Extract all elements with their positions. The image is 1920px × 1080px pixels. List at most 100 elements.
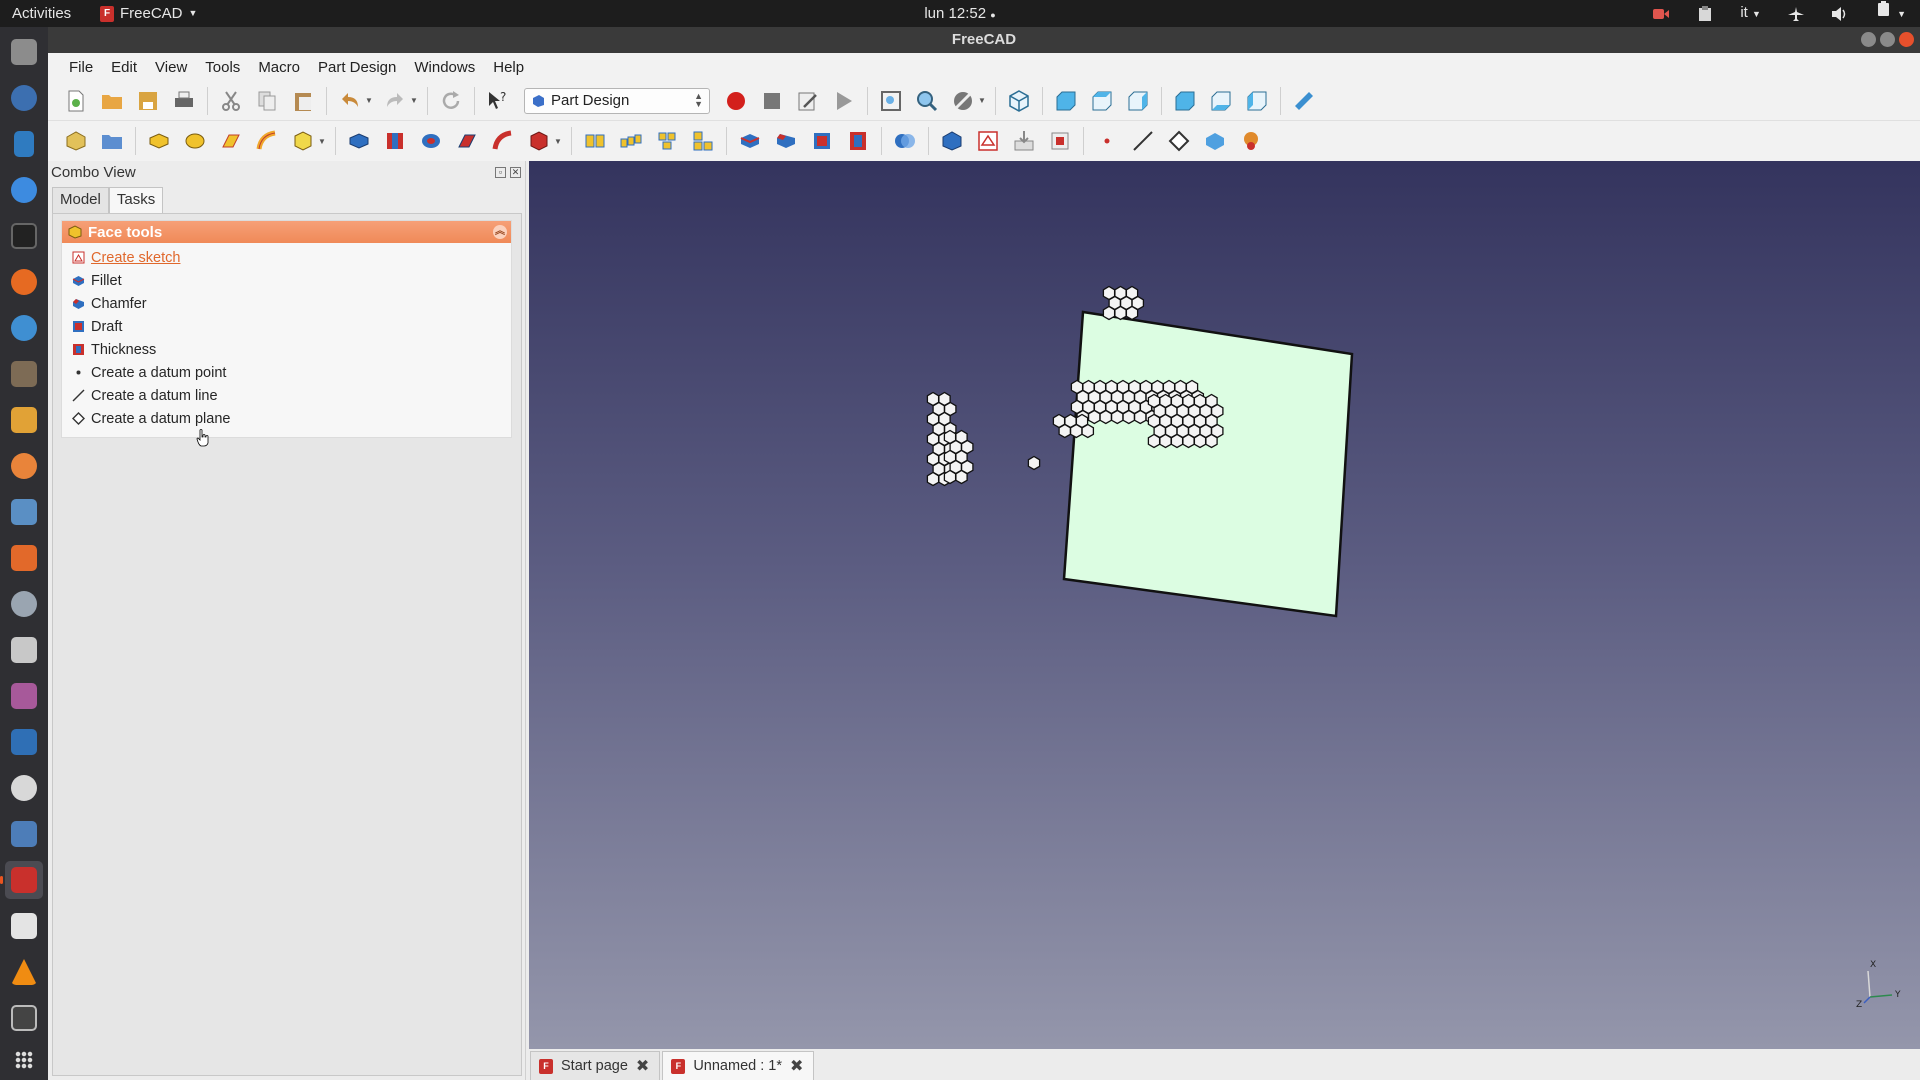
show-applications[interactable] (5, 1045, 43, 1075)
activities-button[interactable]: Activities (12, 0, 71, 27)
whats-this-button[interactable]: ? (483, 86, 513, 116)
menu-edit[interactable]: Edit (102, 59, 146, 76)
revolution-button[interactable] (180, 126, 210, 156)
macro-edit-button[interactable] (793, 86, 823, 116)
hole-button[interactable] (380, 126, 410, 156)
float-panel-button[interactable]: ▫ (495, 167, 506, 178)
3d-viewport[interactable]: X Y Z (529, 161, 1920, 1049)
collapse-panel-button[interactable]: ︽ (493, 225, 507, 239)
volume-icon[interactable] (1831, 6, 1849, 22)
save-button[interactable] (133, 86, 163, 116)
plate-face[interactable] (1062, 310, 1354, 618)
mirrored-button[interactable] (580, 126, 610, 156)
create-part-button[interactable] (97, 126, 127, 156)
window-titlebar[interactable]: FreeCAD (48, 27, 1920, 53)
dock-video-editor[interactable] (5, 999, 43, 1037)
minimize-button[interactable] (1861, 32, 1876, 47)
view-rear-button[interactable] (1170, 86, 1200, 116)
polar-pattern-button[interactable] (652, 126, 682, 156)
dock-inkscape-like[interactable] (5, 309, 43, 347)
dock-editor[interactable] (5, 907, 43, 945)
groove-button[interactable] (416, 126, 446, 156)
paste-button[interactable] (288, 86, 318, 116)
macro-record-button[interactable] (721, 86, 751, 116)
create-sketch-link[interactable]: Create sketch (62, 246, 511, 269)
print-button[interactable] (169, 86, 199, 116)
primitive-dropdown-arrow[interactable]: ▼ (318, 137, 326, 146)
open-button[interactable] (97, 86, 127, 116)
screen-recorder-icon[interactable] (1652, 6, 1670, 22)
measure-distance-button[interactable] (1289, 86, 1319, 116)
undo-dropdown-arrow[interactable]: ▼ (365, 96, 373, 105)
dock-terminal[interactable] (5, 217, 43, 255)
view-bottom-button[interactable] (1206, 86, 1236, 116)
close-tab-icon[interactable]: ✖ (790, 1056, 803, 1076)
close-tab-icon[interactable]: ✖ (636, 1056, 649, 1076)
dock-firefox[interactable] (5, 263, 43, 301)
datum-line-link[interactable]: Create a datum line (62, 384, 511, 407)
clone-button[interactable] (1236, 126, 1266, 156)
dock-thunderbird[interactable] (5, 79, 43, 117)
copy-button[interactable] (252, 86, 282, 116)
draft-toolbar-button[interactable] (807, 126, 837, 156)
subtractive-loft-button[interactable] (452, 126, 482, 156)
dock-camera[interactable] (5, 631, 43, 669)
sub-shape-binder-button[interactable] (1045, 126, 1075, 156)
multi-transform-button[interactable] (688, 126, 718, 156)
menu-view[interactable]: View (146, 59, 196, 76)
pad-button[interactable] (144, 126, 174, 156)
boolean-button[interactable] (890, 126, 920, 156)
dock-software[interactable] (5, 539, 43, 577)
tab-unnamed[interactable]: F Unnamed : 1* ✖ (662, 1051, 815, 1080)
fit-all-button[interactable] (876, 86, 906, 116)
refresh-button[interactable] (436, 86, 466, 116)
tab-model[interactable]: Model (52, 187, 109, 213)
view-top-button[interactable] (1087, 86, 1117, 116)
local-coordinate-system-button[interactable] (1200, 126, 1230, 156)
new-document-button[interactable] (61, 86, 91, 116)
workbench-selector[interactable]: Part Design ▲ ▼ (524, 87, 710, 114)
draw-style-button[interactable] (948, 86, 978, 116)
thickness-link[interactable]: Thickness (62, 338, 511, 361)
dock-blender[interactable] (5, 447, 43, 485)
close-button[interactable] (1899, 32, 1914, 47)
draft-link[interactable]: Draft (62, 315, 511, 338)
datum-point-link[interactable]: Create a datum point (62, 361, 511, 384)
dock-media[interactable] (5, 677, 43, 715)
dock-freecad[interactable] (0, 861, 43, 899)
datum-point-button[interactable] (1092, 126, 1122, 156)
clipboard-icon[interactable] (1696, 5, 1714, 22)
close-panel-button[interactable]: ✕ (510, 167, 521, 178)
menu-help[interactable]: Help (484, 59, 533, 76)
airplane-mode-icon[interactable] (1787, 6, 1805, 22)
additive-primitive-button[interactable] (288, 126, 318, 156)
dock-gimp[interactable] (5, 355, 43, 393)
redo-button[interactable] (380, 86, 410, 116)
dock-chromium[interactable] (5, 171, 43, 209)
shape-binder-button[interactable] (937, 126, 967, 156)
subtractive-pipe-button[interactable] (488, 126, 518, 156)
view-front-button[interactable] (1051, 86, 1081, 116)
power-menu[interactable]: ▼ (1875, 0, 1906, 28)
datum-plane-button[interactable] (1164, 126, 1194, 156)
pocket-button[interactable] (344, 126, 374, 156)
menu-macro[interactable]: Macro (249, 59, 309, 76)
menu-file[interactable]: File (60, 59, 102, 76)
additive-pipe-button[interactable] (252, 126, 282, 156)
dock-writer[interactable] (5, 125, 43, 163)
macro-stop-button[interactable] (757, 86, 787, 116)
subtractive-dropdown-arrow[interactable]: ▼ (554, 137, 562, 146)
menu-windows[interactable]: Windows (405, 59, 484, 76)
dock-scanner[interactable] (5, 493, 43, 531)
draw-style-dropdown-arrow[interactable]: ▼ (978, 96, 986, 105)
thickness-toolbar-button[interactable] (843, 126, 873, 156)
dock-files[interactable] (5, 33, 43, 71)
chamfer-link[interactable]: Chamfer (62, 292, 511, 315)
language-indicator[interactable]: it ▼ (1740, 0, 1761, 28)
datum-line-button[interactable] (1128, 126, 1158, 156)
view-isometric-button[interactable] (1004, 86, 1034, 116)
new-sketch-button[interactable] (973, 126, 1003, 156)
fit-selection-button[interactable] (912, 86, 942, 116)
dock-vlc[interactable] (5, 953, 43, 991)
datum-plane-link[interactable]: Create a datum plane (62, 407, 511, 430)
